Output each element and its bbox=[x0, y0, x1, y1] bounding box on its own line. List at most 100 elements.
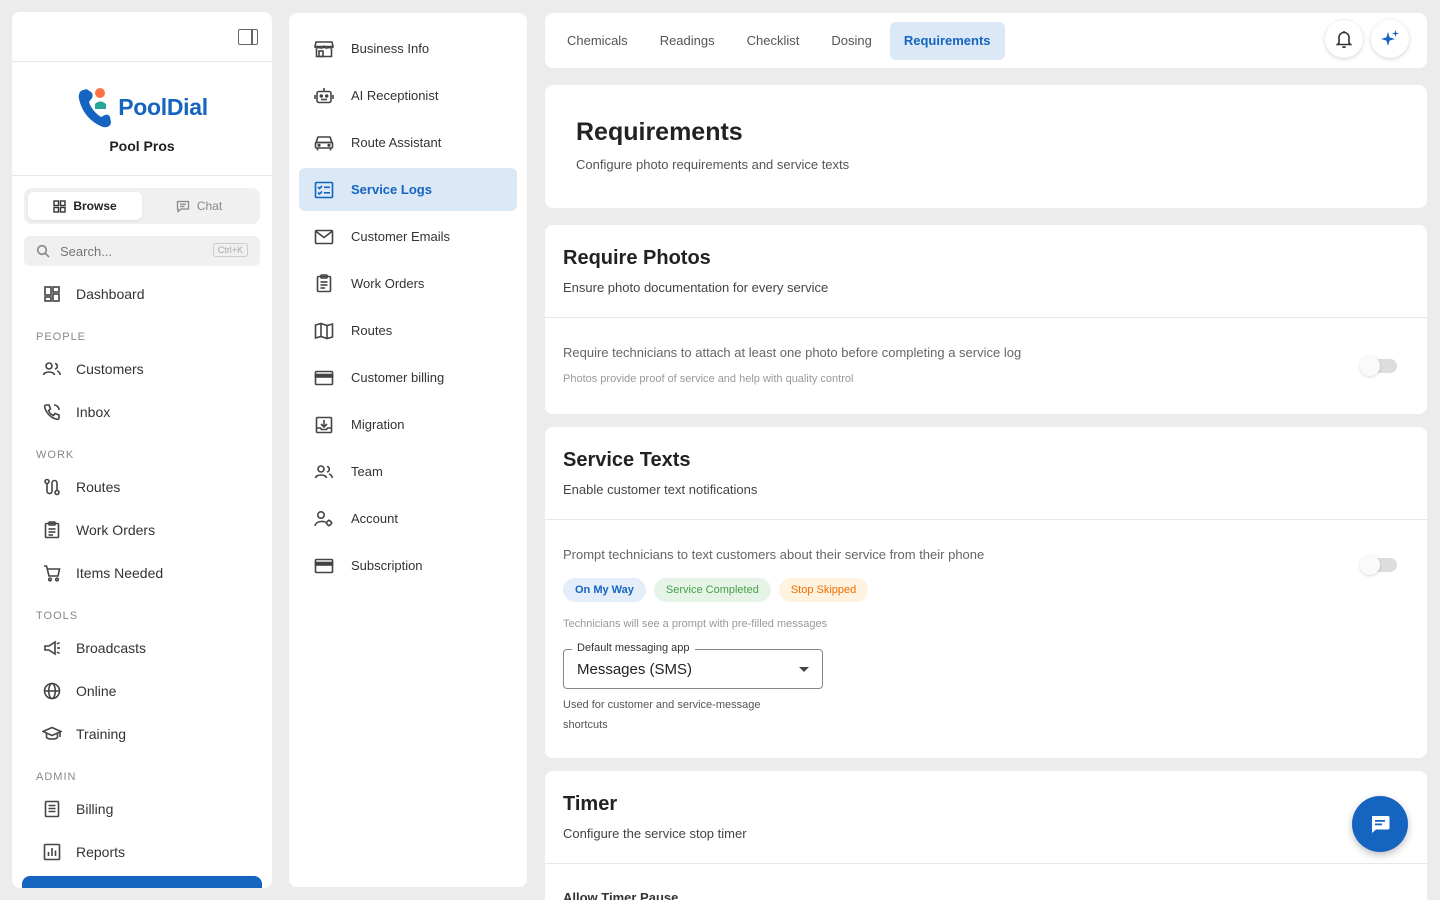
message-chips: On My Way Service Completed Stop Skipped bbox=[563, 578, 876, 602]
chat-toggle-button[interactable]: Chat bbox=[142, 192, 256, 220]
ai-assistant-button[interactable] bbox=[1371, 20, 1409, 58]
brand-logo[interactable]: PoolDial bbox=[76, 84, 208, 130]
sparkle-icon bbox=[1381, 30, 1399, 46]
store-icon bbox=[313, 38, 335, 60]
settings-item-routes[interactable]: Routes bbox=[299, 309, 517, 352]
require-photos-setting-label: Require technicians to attach at least o… bbox=[563, 345, 1022, 360]
robot-icon bbox=[313, 85, 335, 107]
browse-label: Browse bbox=[73, 199, 117, 213]
open-chat-fab[interactable] bbox=[1352, 796, 1408, 852]
search-input[interactable] bbox=[60, 243, 200, 259]
sidebar-item-label: Broadcasts bbox=[76, 639, 147, 656]
sidebar-item-training[interactable]: Training bbox=[12, 712, 272, 755]
timer-title: Timer bbox=[563, 793, 618, 815]
car-icon bbox=[313, 132, 335, 154]
settings-item-work-orders[interactable]: Work Orders bbox=[299, 262, 517, 305]
settings-item-label: Migration bbox=[351, 417, 405, 432]
settings-item-label: Business Info bbox=[351, 41, 430, 56]
dashboard-icon bbox=[42, 284, 62, 304]
sidebar-item-routes[interactable]: Routes bbox=[12, 465, 272, 508]
sidebar-item-reports[interactable]: Reports bbox=[12, 830, 272, 873]
pooldial-logo-icon bbox=[78, 88, 112, 128]
chip-stop-skipped: Stop Skipped bbox=[778, 578, 869, 602]
require-photos-title: Require Photos bbox=[563, 247, 711, 269]
messaging-app-select[interactable]: Default messaging app Messages (SMS) bbox=[563, 642, 823, 689]
sidebar-item-billing[interactable]: Billing bbox=[12, 787, 272, 830]
section-label-admin: ADMIN bbox=[36, 771, 77, 783]
sidebar-item-broadcasts[interactable]: Broadcasts bbox=[12, 626, 272, 669]
sidebar-item-items-needed[interactable]: Items Needed bbox=[12, 551, 272, 594]
sidebar-item-online[interactable]: Online bbox=[12, 669, 272, 712]
settings-item-customer-billing[interactable]: Customer billing bbox=[299, 356, 517, 399]
chat-label: Chat bbox=[196, 199, 223, 213]
allow-timer-pause-label: Allow Timer Pause bbox=[563, 890, 679, 900]
settings-item-label: Route Assistant bbox=[351, 135, 442, 150]
settings-item-customer-emails[interactable]: Customer Emails bbox=[299, 215, 517, 258]
messaging-app-helper-line: Used for customer and service-message bbox=[563, 699, 761, 711]
sidebar-item-work-orders[interactable]: Work Orders bbox=[12, 508, 272, 551]
settings-item-label: Routes bbox=[351, 323, 393, 338]
service-texts-subtitle: Enable customer text notifications bbox=[563, 482, 758, 497]
service-texts-title: Service Texts bbox=[563, 449, 691, 471]
settings-item-service-logs[interactable]: Service Logs bbox=[299, 168, 517, 211]
settings-item-ai-receptionist[interactable]: AI Receptionist bbox=[299, 74, 517, 117]
require-photos-header: Require Photos Ensure photo documentatio… bbox=[545, 225, 1427, 318]
sidebar-item-label: Billing bbox=[76, 800, 114, 817]
collapse-sidebar-icon[interactable] bbox=[238, 29, 258, 45]
settings-item-team[interactable]: Team bbox=[299, 450, 517, 493]
browse-toggle-button[interactable]: Browse bbox=[28, 192, 142, 220]
brand-name: PoolDial bbox=[118, 93, 208, 120]
service-texts-toggle[interactable] bbox=[1360, 555, 1397, 575]
bell-icon bbox=[1335, 31, 1353, 49]
page-title: Requirements bbox=[576, 118, 743, 146]
settings-item-label: Work Orders bbox=[351, 276, 425, 291]
settings-item-business-info[interactable]: Business Info bbox=[299, 27, 517, 70]
search-icon bbox=[36, 244, 50, 258]
settings-item-label: AI Receptionist bbox=[351, 88, 439, 103]
messaging-app-label: Default messaging app bbox=[572, 642, 695, 654]
service-texts-header: Service Texts Enable customer text notif… bbox=[545, 427, 1427, 520]
globe-icon bbox=[42, 681, 62, 701]
section-label-tools: TOOLS bbox=[36, 610, 79, 622]
sidebar-item-label: Routes bbox=[76, 478, 121, 495]
checklist-icon bbox=[313, 179, 335, 201]
cart-icon bbox=[42, 563, 62, 583]
settings-item-subscription[interactable]: Subscription bbox=[299, 544, 517, 587]
require-photos-setting-hint: Photos provide proof of service and help… bbox=[563, 373, 854, 385]
settings-item-label: Team bbox=[351, 464, 383, 479]
settings-item-label: Customer billing bbox=[351, 370, 445, 385]
sidebar-item-label: Work Orders bbox=[76, 521, 156, 538]
bar-chart-icon bbox=[42, 842, 62, 862]
require-photos-toggle[interactable] bbox=[1360, 356, 1397, 376]
sidebar-item-active-settings[interactable] bbox=[22, 876, 262, 888]
sidebar-item-dashboard[interactable]: Dashboard bbox=[12, 272, 272, 315]
settings-item-label: Subscription bbox=[351, 558, 423, 573]
phone-icon bbox=[42, 402, 62, 422]
service-texts-card: Service Texts Enable customer text notif… bbox=[545, 427, 1427, 758]
chip-service-completed: Service Completed bbox=[653, 578, 771, 602]
sidebar-nav: Dashboard PEOPLE Customers Inbox WORK Ro… bbox=[12, 266, 272, 873]
timer-card: Timer Configure the service stop timer A… bbox=[545, 771, 1427, 900]
sidebar-item-customers[interactable]: Customers bbox=[12, 347, 272, 390]
sidebar-item-label: Reports bbox=[76, 843, 126, 860]
timer-header: Timer Configure the service stop timer bbox=[545, 771, 1427, 864]
sidebar-item-inbox[interactable]: Inbox bbox=[12, 390, 272, 433]
settings-item-route-assistant[interactable]: Route Assistant bbox=[299, 121, 517, 164]
sidebar-item-label: Items Needed bbox=[76, 564, 164, 581]
tab-dosing[interactable]: Dosing bbox=[817, 22, 885, 60]
settings-item-label: Account bbox=[351, 511, 398, 526]
settings-item-account[interactable]: Account bbox=[299, 497, 517, 540]
section-label-work: WORK bbox=[36, 449, 75, 461]
settings-item-migration[interactable]: Migration bbox=[299, 403, 517, 446]
service-texts-setting-label: Prompt technicians to text customers abo… bbox=[563, 547, 985, 562]
tab-requirements[interactable]: Requirements bbox=[889, 21, 1005, 60]
tab-chemicals[interactable]: Chemicals bbox=[553, 22, 642, 60]
timer-subtitle: Configure the service stop timer bbox=[563, 826, 747, 841]
sidebar-header bbox=[12, 12, 272, 62]
sidebar-item-label: Customers bbox=[76, 360, 144, 377]
team-icon bbox=[313, 461, 335, 483]
tab-checklist[interactable]: Checklist bbox=[733, 22, 814, 60]
notifications-button[interactable] bbox=[1325, 20, 1363, 58]
brand-block: PoolDial Pool Pros bbox=[12, 62, 272, 176]
tab-readings[interactable]: Readings bbox=[646, 22, 729, 60]
